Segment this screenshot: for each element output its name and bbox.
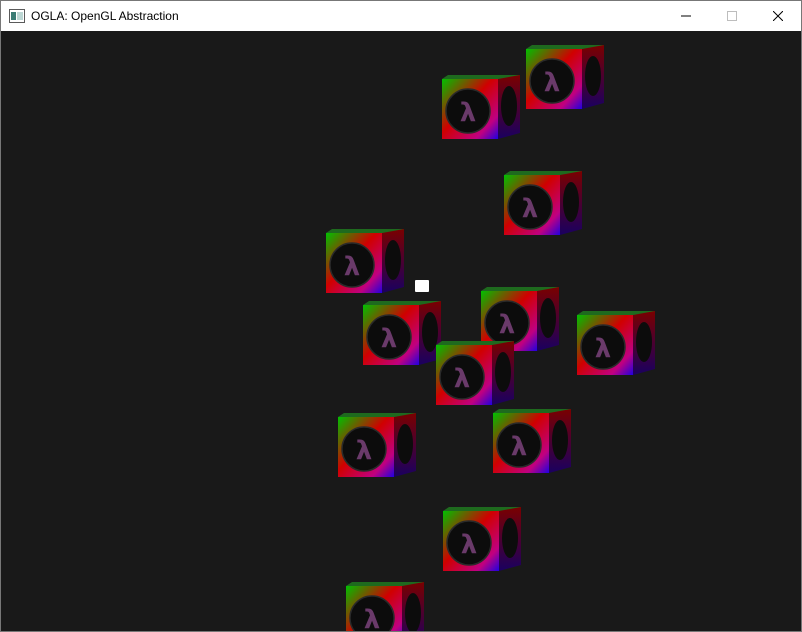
lambda-logo-icon: λ [511,432,527,462]
textured-cube: λ [346,582,424,631]
minimize-button[interactable] [663,1,709,31]
lambda-logo-icon: λ [356,436,372,466]
minimize-icon [681,15,691,17]
lambda-logo-icon: λ [595,334,611,364]
lambda-logo-icon: λ [544,68,560,98]
maximize-icon [727,11,737,21]
app-window: OGLA: OpenGL Abstraction λλλλλλλλλλ λ λ [0,0,802,632]
textured-cube: λ [526,45,604,109]
opengl-viewport[interactable]: λλλλλλλλλλλλ [1,31,801,631]
lambda-logo-icon: λ [461,530,477,560]
mouse-cursor [415,280,429,292]
textured-cube: λ [338,413,416,477]
textured-cube: λ [504,171,582,235]
textured-cube: λ [363,301,441,365]
lambda-logo-icon: λ [381,324,397,354]
textured-cube: λ [436,341,514,405]
maximize-button[interactable] [709,1,755,31]
lambda-logo-icon: λ [454,364,470,394]
lambda-logo-icon: λ [522,194,538,224]
close-icon [773,11,783,21]
textured-cube: λ [493,409,571,473]
lambda-logo-icon: λ [364,605,380,631]
app-window-icon [9,9,25,23]
close-button[interactable] [755,1,801,31]
textured-cube: λ [326,229,404,293]
textured-cube: λ [442,75,520,139]
lambda-logo-icon: λ [344,252,360,282]
textured-cube: λ [577,311,655,375]
lambda-logo-icon: λ [460,98,476,128]
window-title: OGLA: OpenGL Abstraction [31,9,179,23]
title-bar[interactable]: OGLA: OpenGL Abstraction [1,1,801,31]
textured-cube: λ [443,507,521,571]
window-controls [663,1,801,31]
lambda-logo-icon: λ [499,310,515,340]
